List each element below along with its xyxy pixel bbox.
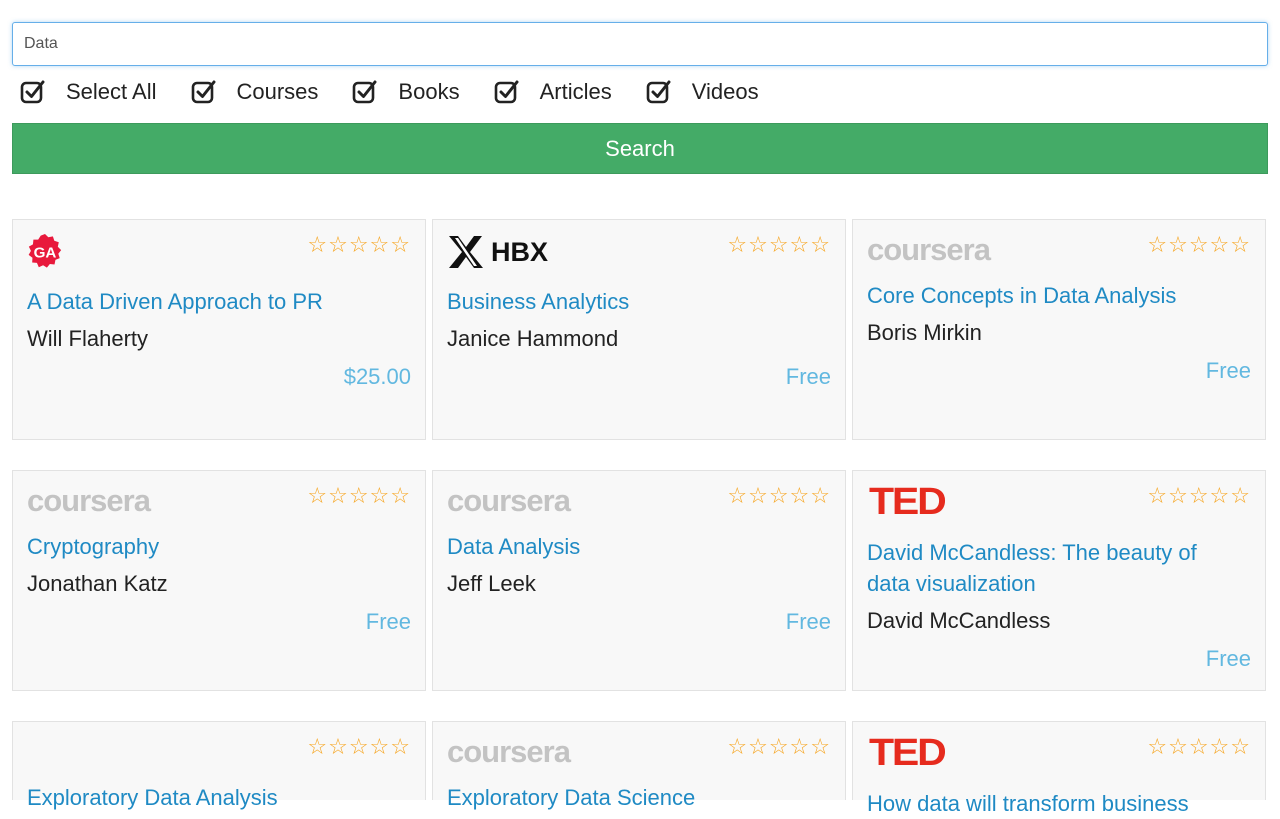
star-rating[interactable]: ☆☆☆☆☆	[1147, 483, 1251, 509]
result-price: Free	[1205, 358, 1251, 383]
filter-label: Books	[398, 79, 460, 104]
star-rating[interactable]: ☆☆☆☆☆	[727, 734, 831, 760]
checkbox-checked-icon[interactable]	[494, 79, 520, 105]
result-title-link[interactable]: Cryptography	[27, 531, 385, 562]
result-title-link[interactable]: Exploratory Data Science	[447, 782, 805, 813]
result-author: Janice Hammond	[447, 326, 619, 351]
result-author: Jonathan Katz	[27, 571, 168, 596]
star-rating[interactable]: ☆☆☆☆☆	[307, 734, 411, 760]
result-card: HBX ☆☆☆☆☆ Business Analytics Janice Hamm…	[432, 219, 846, 440]
result-price: $25.00	[343, 364, 411, 389]
coursera-logo: coursera	[27, 483, 151, 518]
result-title-link[interactable]: Business Analytics	[447, 286, 805, 317]
coursera-logo: coursera	[447, 483, 571, 518]
ga-logo-text: GA	[34, 245, 57, 262]
result-card: coursera ☆☆☆☆☆ Core Concepts in Data Ana…	[852, 219, 1266, 440]
result-author: Boris Mirkin	[867, 320, 982, 345]
ga-logo: GA	[28, 233, 62, 268]
filter-videos[interactable]: Videos	[646, 79, 759, 105]
result-author: Jeff Leek	[447, 571, 536, 596]
result-title-link[interactable]: Core Concepts in Data Analysis	[867, 280, 1225, 311]
result-card: coursera ☆☆☆☆☆ Exploratory Data Science	[432, 721, 846, 810]
star-rating[interactable]: ☆☆☆☆☆	[1147, 232, 1251, 258]
result-title-link[interactable]: How data will transform business	[867, 788, 1225, 819]
filter-articles[interactable]: Articles	[494, 79, 612, 105]
star-rating[interactable]: ☆☆☆☆☆	[727, 483, 831, 509]
filter-books[interactable]: Books	[352, 79, 460, 105]
checkbox-checked-icon[interactable]	[352, 79, 378, 105]
star-rating[interactable]: ☆☆☆☆☆	[307, 483, 411, 509]
result-card: ☆☆☆☆☆ Exploratory Data Analysis	[12, 721, 426, 810]
result-card: coursera ☆☆☆☆☆ Cryptography Jonathan Kat…	[12, 470, 426, 691]
hbx-logo: HBX	[449, 236, 548, 268]
filter-label: Select All	[66, 79, 157, 104]
coursera-logo: coursera	[447, 734, 571, 769]
checkbox-checked-icon[interactable]	[191, 79, 217, 105]
filter-label: Videos	[691, 79, 759, 104]
result-price: Free	[785, 609, 831, 634]
star-rating[interactable]: ☆☆☆☆☆	[307, 232, 411, 258]
filter-courses[interactable]: Courses	[191, 79, 319, 105]
result-author: David McCandless	[867, 608, 1051, 633]
result-title-link[interactable]: Exploratory Data Analysis	[27, 782, 385, 813]
result-price: Free	[365, 609, 411, 634]
result-card: TED ☆☆☆☆☆ David McCandless: The beauty o…	[852, 470, 1266, 691]
checkbox-checked-icon[interactable]	[20, 79, 46, 105]
hbx-x-icon	[449, 236, 483, 268]
ted-logo: TED	[869, 481, 947, 523]
filter-bar: Select All Courses Books Articles Videos	[20, 76, 793, 108]
star-rating[interactable]: ☆☆☆☆☆	[727, 232, 831, 258]
filter-label: Courses	[236, 79, 319, 104]
star-rating[interactable]: ☆☆☆☆☆	[1147, 734, 1251, 760]
result-title-link[interactable]: David McCandless: The beauty of data vis…	[867, 537, 1225, 599]
result-price: Free	[785, 364, 831, 389]
hbx-logo-text: HBX	[491, 236, 549, 267]
result-price: Free	[1205, 646, 1251, 671]
coursera-logo: coursera	[867, 232, 991, 267]
ted-logo: TED	[869, 732, 947, 774]
result-title-link[interactable]: Data Analysis	[447, 531, 805, 562]
result-title-link[interactable]: A Data Driven Approach to PR	[27, 286, 385, 317]
search-input[interactable]	[12, 22, 1268, 66]
result-card: TED ☆☆☆☆☆ How data will transform busine…	[852, 721, 1266, 816]
filter-label: Articles	[539, 79, 612, 104]
search-button[interactable]: Search	[12, 123, 1268, 174]
filter-select-all[interactable]: Select All	[20, 79, 157, 105]
result-card: coursera ☆☆☆☆☆ Data Analysis Jeff Leek F…	[432, 470, 846, 691]
result-card: GA ☆☆☆☆☆ A Data Driven Approach to PR Wi…	[12, 219, 426, 440]
result-author: Will Flaherty	[27, 326, 149, 351]
checkbox-checked-icon[interactable]	[646, 79, 672, 105]
